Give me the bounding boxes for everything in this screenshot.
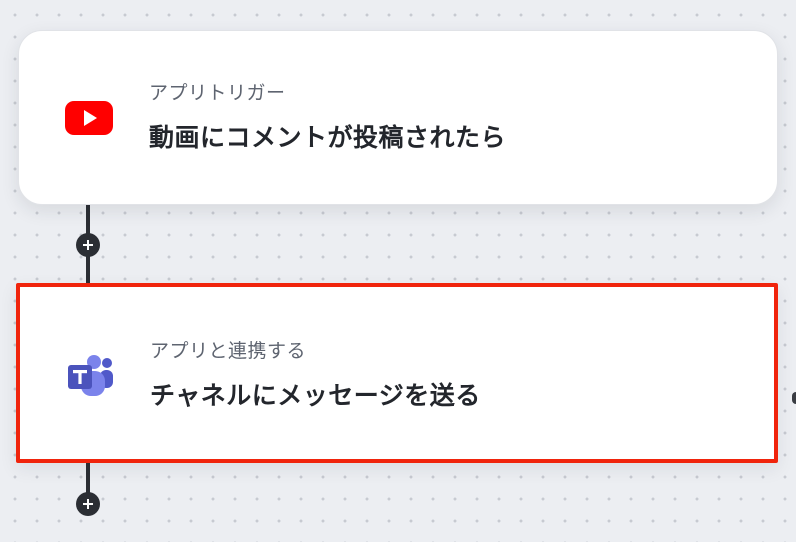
action-step-card[interactable]: アプリと連携する チャネルにメッセージを送る	[16, 283, 778, 463]
scroll-edge-indicator	[792, 392, 796, 404]
action-step-kind: アプリと連携する	[150, 340, 307, 362]
action-step-title: チャネルにメッセージを送る	[150, 381, 481, 410]
microsoft-teams-icon	[66, 352, 114, 400]
trigger-step-card[interactable]: アプリトリガー 動画にコメントが投稿されたら	[18, 30, 778, 205]
plus-icon	[83, 240, 93, 250]
add-step-button[interactable]	[76, 233, 100, 257]
youtube-icon	[65, 94, 113, 142]
add-step-button[interactable]	[76, 492, 100, 516]
plus-icon	[83, 499, 93, 509]
trigger-step-title: 動画にコメントが投稿されたら	[149, 123, 507, 152]
trigger-step-kind: アプリトリガー	[149, 82, 286, 104]
